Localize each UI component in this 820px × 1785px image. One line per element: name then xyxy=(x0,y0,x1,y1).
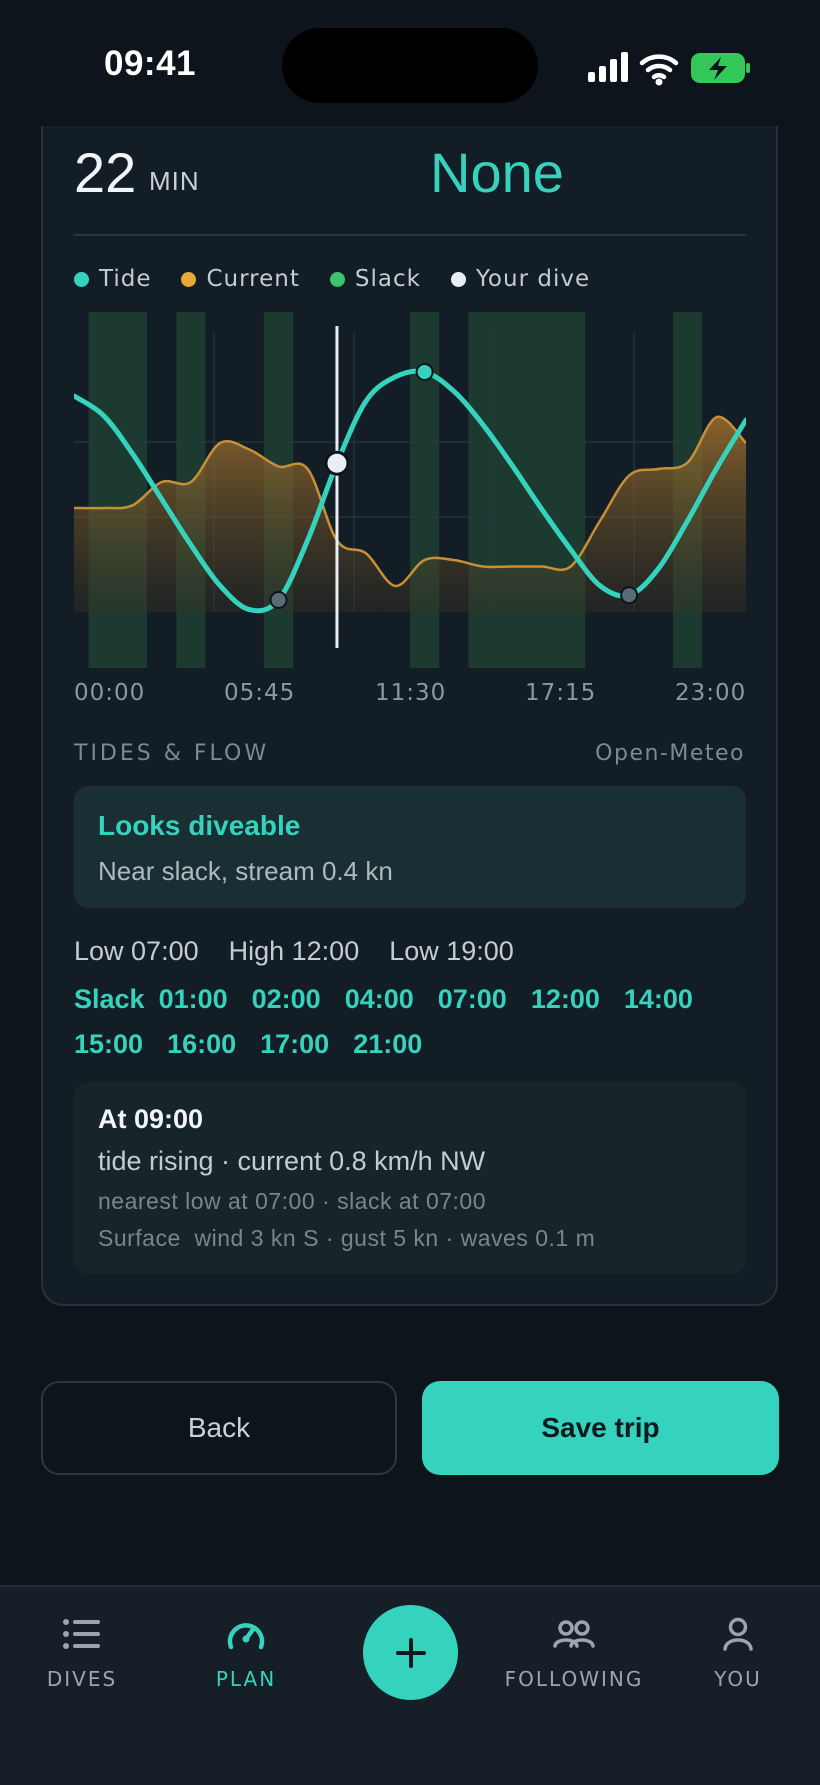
tab-label: DIVES xyxy=(46,1667,118,1691)
tide-times: Low 07:00 High 12:00 Low 19:00 xyxy=(74,936,514,967)
slack-time: 12:00 xyxy=(530,984,600,1014)
dive-time-tide-current: tide rising · current 0.8 km/h NW xyxy=(98,1146,486,1176)
status-subtitle: Near slack, stream 0.4 kn xyxy=(98,856,393,886)
back-button[interactable]: Back xyxy=(41,1381,397,1475)
high-tide-marker xyxy=(415,363,434,381)
person-icon xyxy=(723,1617,753,1651)
legend-item-slack: Slack xyxy=(329,266,421,292)
slack-label: Slack xyxy=(74,984,145,1014)
x-tick-label: 17:15 xyxy=(525,680,597,706)
legend-label-slack: Slack xyxy=(354,266,421,292)
legend-label-current: Current xyxy=(206,266,300,292)
legend-swatch-current xyxy=(181,271,197,287)
tide-time-item: High 12:00 xyxy=(228,936,360,966)
tide-chart[interactable] xyxy=(74,312,746,668)
x-tick-label: 23:00 xyxy=(675,680,747,706)
wifi-icon xyxy=(639,54,679,80)
tide-time-item: Low 19:00 xyxy=(389,936,514,966)
section-label: TIDES & FLOW xyxy=(74,741,270,766)
data-source-label: Open-Meteo xyxy=(595,741,745,766)
status-time: 09:41 xyxy=(104,44,197,83)
dive-time-surface: Surface wind 3 kn S · gust 5 kn · waves … xyxy=(98,1225,596,1251)
dynamic-island xyxy=(282,28,538,103)
legend-label-tide: Tide xyxy=(99,266,152,292)
duration-unit: MIN xyxy=(149,166,200,196)
people-icon xyxy=(553,1620,595,1648)
legend-swatch-tide xyxy=(74,271,89,287)
status-bar: 09:41 xyxy=(0,0,820,126)
slack-window xyxy=(88,312,148,668)
tab-following[interactable]: FOLLOWING xyxy=(494,1617,654,1691)
legend-item-current: Current xyxy=(181,266,299,292)
tab-label: YOU xyxy=(714,1667,762,1691)
status-title: Looks diveable xyxy=(98,810,301,841)
tab-label: FOLLOWING xyxy=(504,1667,644,1691)
low-tide-marker xyxy=(269,591,288,609)
slack-time: 01:00 xyxy=(158,984,228,1014)
legend-swatch-slack xyxy=(329,271,345,287)
slack-times: Slack 01:00 02:00 04:00 07:00 12:00 14:0… xyxy=(74,984,754,1060)
add-button[interactable] xyxy=(363,1605,458,1700)
tab-bar: DIVES PLAN FOLLOWING YOU xyxy=(0,1585,820,1785)
legend-swatch-your-dive xyxy=(450,271,466,287)
slack-time: 14:00 xyxy=(623,984,693,1014)
conditions-value: None xyxy=(430,141,564,204)
slack-time: 15:00 xyxy=(74,1029,144,1059)
slack-time: 16:00 xyxy=(167,1029,237,1059)
tide-time-item: Low 07:00 xyxy=(74,936,199,966)
chart-legend: Tide Current Slack Your dive xyxy=(74,264,590,294)
low-tide-marker xyxy=(620,586,639,605)
tab-you[interactable]: YOU xyxy=(658,1617,818,1691)
save-trip-button[interactable]: Save trip xyxy=(422,1381,779,1475)
battery-charging-icon xyxy=(691,53,750,83)
tab-dives[interactable]: DIVES xyxy=(2,1617,162,1691)
plus-icon xyxy=(395,1637,426,1668)
dive-time-nearest: nearest low at 07:00 · slack at 07:00 xyxy=(98,1188,486,1214)
slack-time: 02:00 xyxy=(251,984,321,1014)
x-tick-label: 05:45 xyxy=(224,680,296,706)
dive-time-title: At 09:00 xyxy=(98,1104,204,1134)
list-icon xyxy=(63,1619,100,1649)
x-axis-labels: 00:00 05:45 11:30 17:15 23:00 xyxy=(74,680,746,710)
tab-plan[interactable]: PLAN xyxy=(166,1617,326,1691)
divider xyxy=(74,234,746,236)
duration-value: 22 xyxy=(74,141,137,204)
x-tick-label: 00:00 xyxy=(74,680,146,706)
tab-label: PLAN xyxy=(215,1667,277,1691)
dive-time-marker xyxy=(324,450,350,476)
slack-time: 04:00 xyxy=(344,984,414,1014)
legend-item-your-dive: Your dive xyxy=(450,266,591,292)
legend-label-your-dive: Your dive xyxy=(475,266,591,292)
status-icons xyxy=(588,52,750,86)
slack-time: 17:00 xyxy=(260,1029,330,1059)
legend-item-tide: Tide xyxy=(74,266,151,292)
x-tick-label: 11:30 xyxy=(375,680,447,706)
slack-time: 07:00 xyxy=(437,984,507,1014)
dive-time-details: At 09:00 tide rising · current 0.8 km/h … xyxy=(74,1082,746,1274)
diveability-status: Looks diveable Near slack, stream 0.4 kn xyxy=(74,786,746,908)
signal-icon xyxy=(588,52,628,82)
slack-time: 21:00 xyxy=(353,1029,423,1059)
gauge-icon xyxy=(227,1623,265,1650)
